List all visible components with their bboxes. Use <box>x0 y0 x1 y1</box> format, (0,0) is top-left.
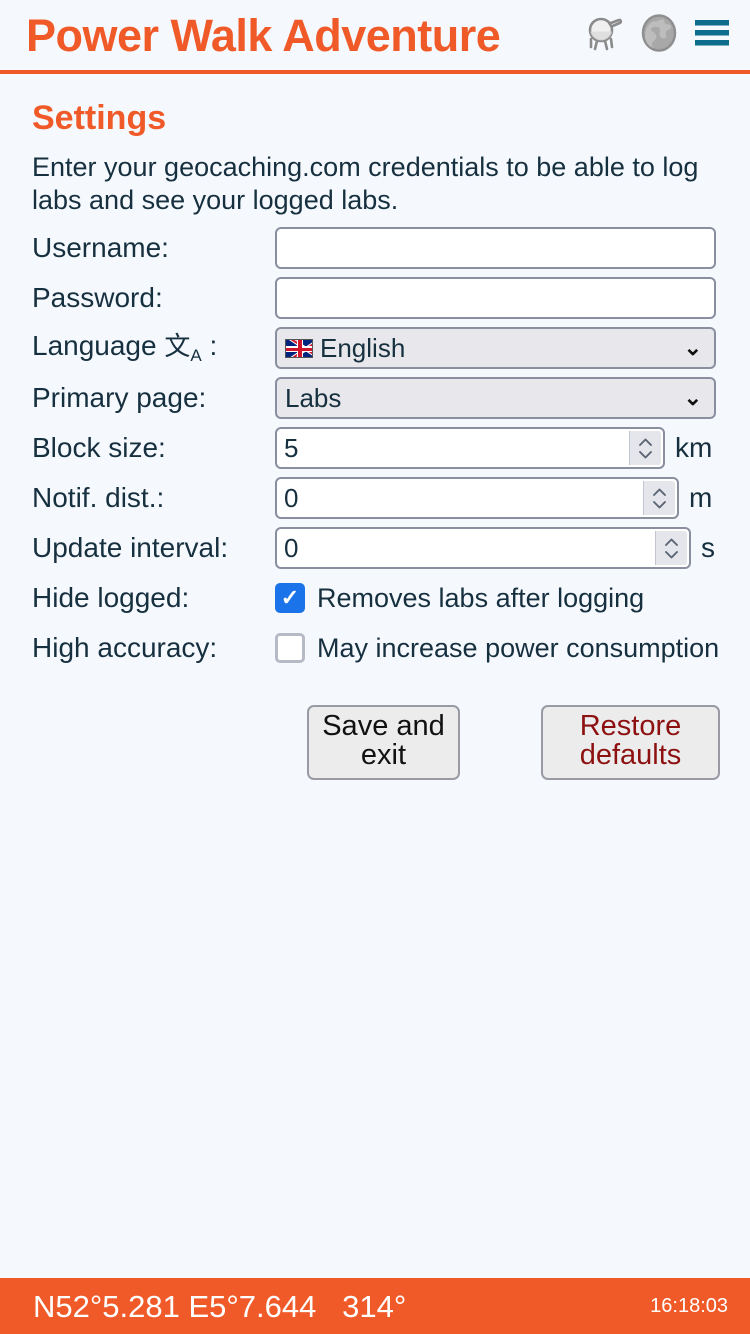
check-icon: ✓ <box>280 585 300 611</box>
update-interval-stepper[interactable] <box>655 531 687 566</box>
hamburger-menu-icon[interactable] <box>692 16 732 55</box>
block-size-row: Block size: 5 km <box>30 425 720 471</box>
update-interval-input[interactable]: 0 <box>275 527 691 570</box>
language-label: Language 文A : <box>30 330 275 366</box>
language-label-text: Language <box>32 330 157 362</box>
header-icon-group <box>582 11 738 60</box>
hide-logged-label: Hide logged: <box>32 582 190 614</box>
notif-dist-label: Notif. dist.: <box>32 482 165 514</box>
uk-flag-icon <box>285 338 313 358</box>
save-and-exit-button[interactable]: Save and exit <box>307 705 460 781</box>
intro-text: Enter your geocaching.com credentials to… <box>32 152 699 216</box>
language-label-suffix: : <box>209 330 218 362</box>
page-title: Settings <box>32 99 167 137</box>
language-row: Language 文A : English ⌄ <box>30 325 720 371</box>
high-accuracy-checkbox[interactable] <box>275 633 305 664</box>
notif-dist-input[interactable]: 0 <box>275 477 679 520</box>
notif-dist-unit: m <box>689 482 713 514</box>
app-header: Power Walk Adventure <box>0 0 750 74</box>
translate-icon: 文A <box>164 331 202 366</box>
update-interval-row: Update interval: 0 s <box>30 525 720 571</box>
block-size-unit: km <box>675 432 713 464</box>
password-input[interactable] <box>275 277 716 320</box>
chevron-down-icon: ⌄ <box>683 335 702 361</box>
language-select-value: English <box>320 333 406 364</box>
status-footer: N52°5.281 E5°7.644 314° 16:18:03 <box>0 1278 750 1334</box>
hide-logged-checkbox[interactable]: ✓ <box>275 583 305 614</box>
notif-dist-stepper[interactable] <box>643 481 675 516</box>
notif-dist-row: Notif. dist.: 0 m <box>30 475 720 521</box>
password-label: Password: <box>32 282 163 314</box>
update-interval-unit: s <box>701 532 715 564</box>
high-accuracy-label: High accuracy: <box>32 632 218 664</box>
block-size-label: Block size: <box>32 432 166 464</box>
globe-icon[interactable] <box>640 12 678 59</box>
clock-readout: 16:18:03 <box>650 1295 728 1317</box>
update-interval-value: 0 <box>284 533 299 564</box>
coordinates-readout: N52°5.281 E5°7.644 314° <box>33 1288 407 1324</box>
lab-cache-icon[interactable] <box>582 11 626 60</box>
block-size-input[interactable]: 5 <box>275 427 665 470</box>
primary-page-select-value: Labs <box>285 383 342 414</box>
block-size-value: 5 <box>284 433 299 464</box>
password-row: Password: <box>30 275 720 321</box>
primary-page-select[interactable]: Labs ⌄ <box>275 377 716 420</box>
settings-content: Settings Enter your geocaching.com crede… <box>0 74 750 781</box>
language-select[interactable]: English ⌄ <box>275 327 716 370</box>
button-row: Save and exit Restore defaults <box>30 705 720 781</box>
username-input[interactable] <box>275 227 716 270</box>
block-size-stepper[interactable] <box>629 431 661 466</box>
username-label: Username: <box>32 232 169 264</box>
high-accuracy-description: May increase power consumption <box>317 632 720 663</box>
notif-dist-value: 0 <box>284 483 299 514</box>
app-title: Power Walk Adventure <box>26 9 501 61</box>
chevron-down-icon: ⌄ <box>683 385 702 411</box>
hide-logged-row: Hide logged: ✓ Removes labs after loggin… <box>30 575 720 621</box>
hide-logged-description: Removes labs after logging <box>317 582 645 613</box>
primary-page-row: Primary page: Labs ⌄ <box>30 375 720 421</box>
update-interval-label: Update interval: <box>32 532 229 564</box>
username-row: Username: <box>30 225 720 271</box>
high-accuracy-row: High accuracy: May increase power consum… <box>30 625 720 671</box>
restore-defaults-button[interactable]: Restore defaults <box>541 705 720 781</box>
primary-page-label: Primary page: <box>32 382 207 414</box>
